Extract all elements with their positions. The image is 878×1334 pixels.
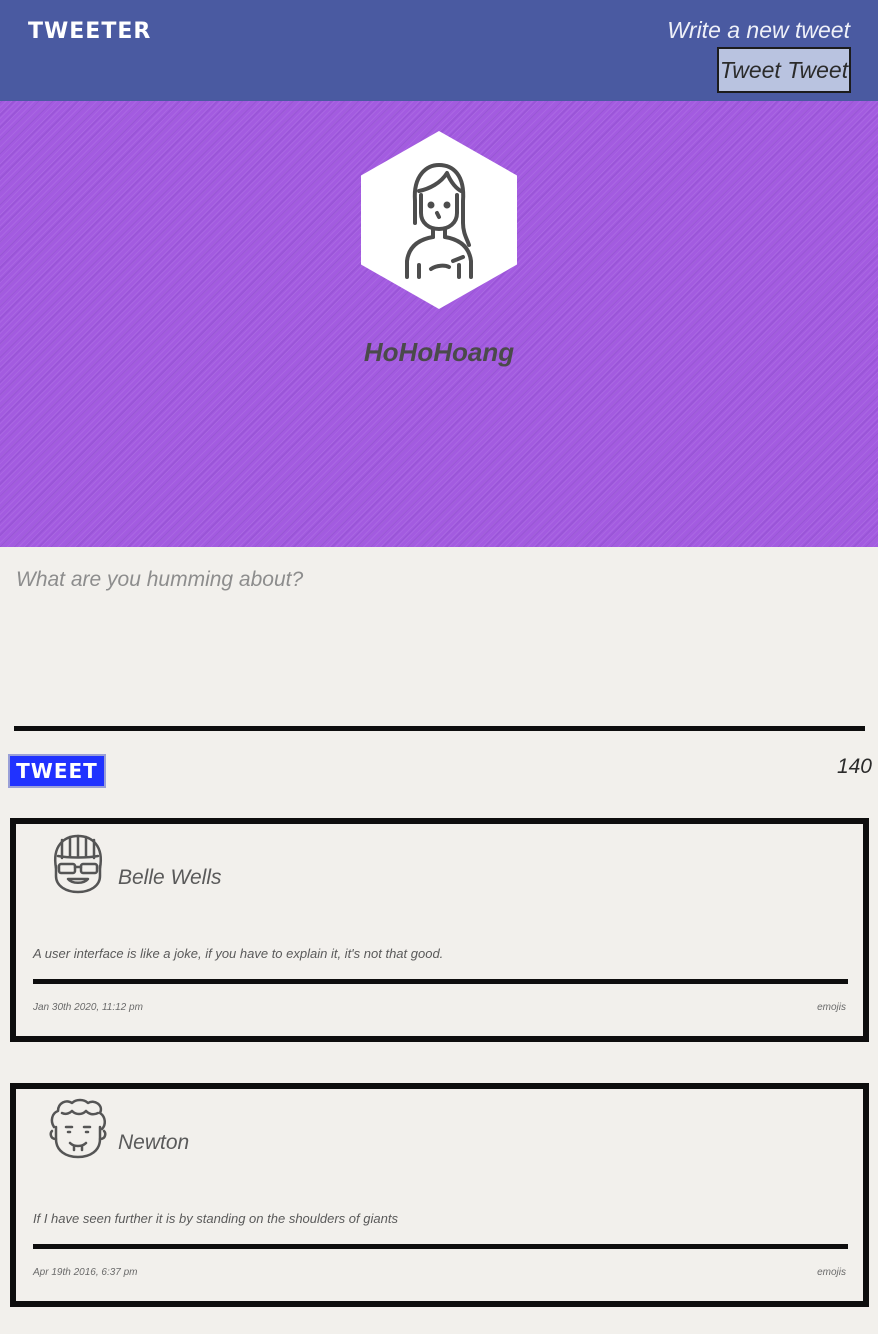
tweet-emojis-link[interactable]: emojis	[817, 1267, 846, 1278]
sunglasses-face-icon	[53, 834, 103, 894]
tweet-timestamp: Jan 30th 2020, 11:12 pm	[33, 1002, 143, 1013]
tweet-emojis-link[interactable]: emojis	[817, 1002, 846, 1013]
brand-logo[interactable]: TWEETER	[28, 19, 151, 44]
compose-toggle-button[interactable]: Tweet Tweet	[717, 47, 851, 93]
tweet-card: Newton If I have seen further it is by s…	[10, 1083, 869, 1307]
tweet-content: If I have seen further it is by standing…	[33, 1211, 398, 1226]
compose-divider	[14, 726, 865, 731]
tweet-compose-input[interactable]	[16, 568, 862, 698]
tweet-card: Belle Wells A user interface is like a j…	[10, 818, 869, 1042]
profile-avatar	[361, 131, 517, 309]
tweet-divider	[33, 1244, 848, 1249]
tweet-submit-button[interactable]: TWEET	[8, 754, 106, 788]
write-new-tweet-label: Write a new tweet	[667, 17, 850, 43]
tweet-divider	[33, 979, 848, 984]
tweet-timestamp: Apr 19th 2016, 6:37 pm	[33, 1267, 138, 1278]
girl-avatar-icon	[405, 163, 473, 279]
profile-username: HoHoHoang	[363, 337, 515, 367]
tweet-author: Newton	[118, 1131, 190, 1154]
curly-hair-face-icon	[49, 1098, 107, 1159]
character-counter: 140	[836, 755, 872, 778]
top-nav: TWEETER Write a new tweet Tweet Tweet	[0, 0, 878, 101]
tweet-author: Belle Wells	[118, 866, 222, 889]
tweet-content: A user interface is like a joke, if you …	[33, 946, 444, 961]
